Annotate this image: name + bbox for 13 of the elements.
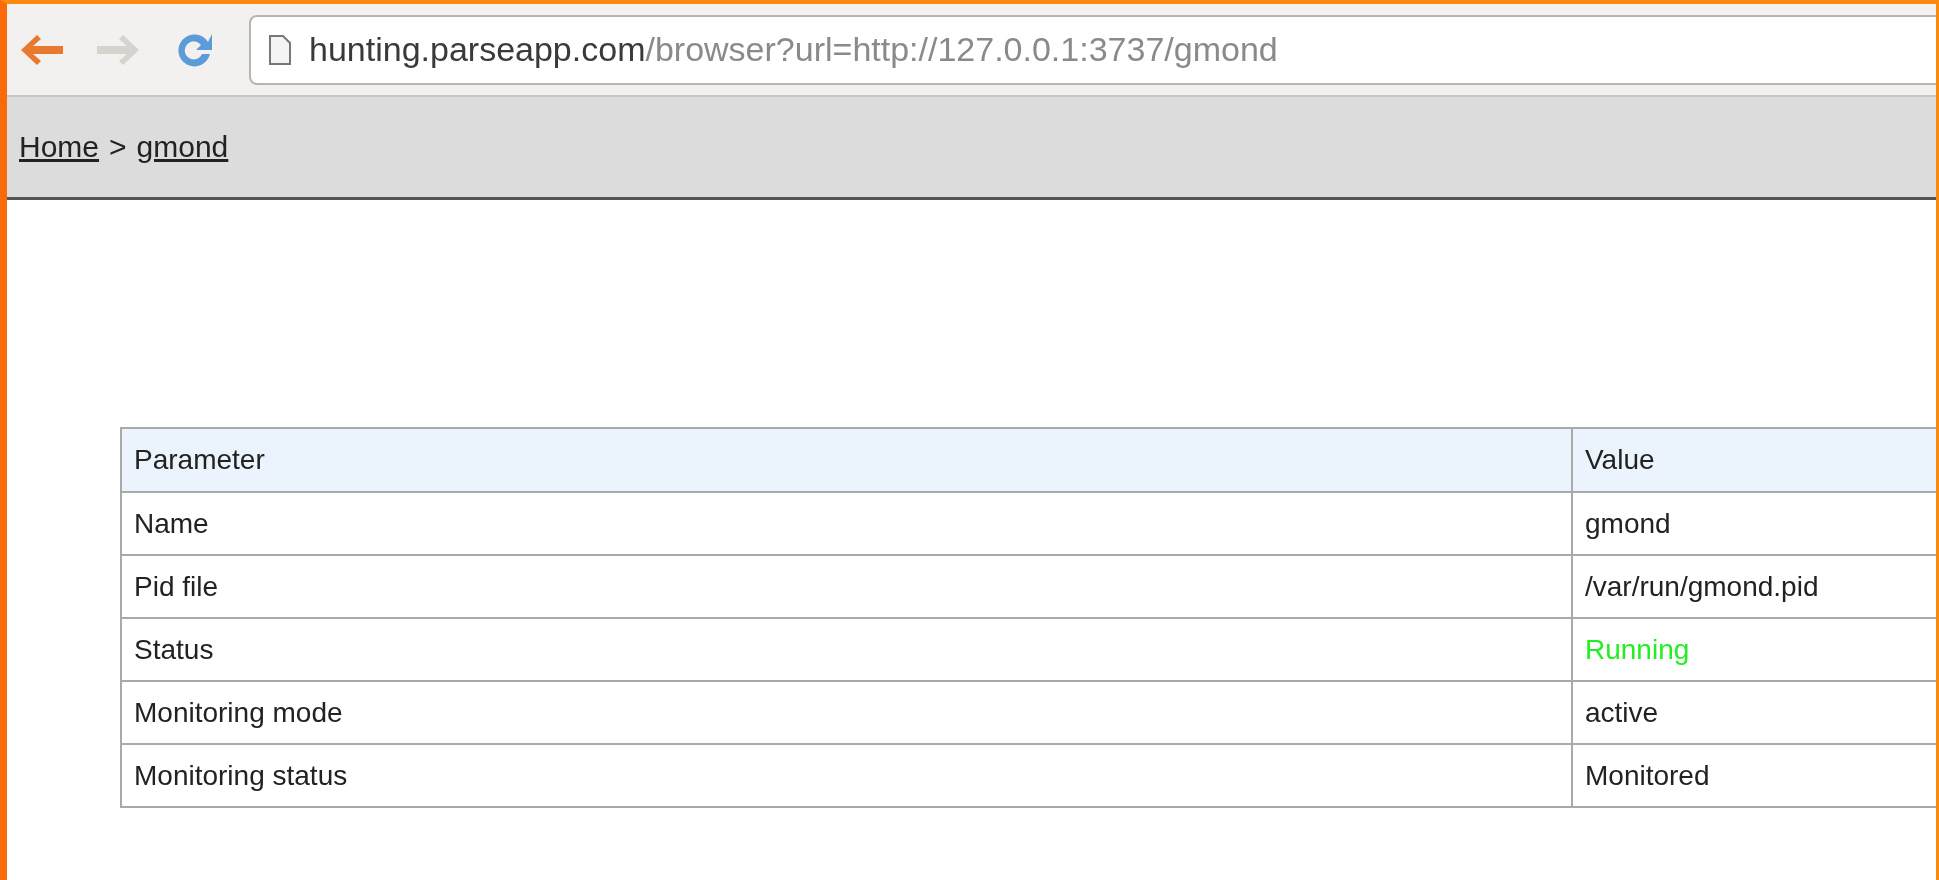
table-cell: Pid file <box>121 555 1572 618</box>
table-cell: Status <box>121 618 1572 681</box>
url-text: hunting.parseapp.com/browser?url=http://127.0.0.1:3737/gmond <box>309 30 1278 69</box>
page-icon <box>269 34 291 65</box>
breadcrumb-separator: > <box>109 130 127 164</box>
table-cell: Name <box>121 492 1572 555</box>
column-header: Parameter <box>121 428 1572 492</box>
table-cell: Monitoring status <box>121 744 1572 807</box>
address-bar[interactable]: hunting.parseapp.com/browser?url=http://127.0.0.1:3737/gmond <box>249 14 1936 85</box>
breadcrumb-link[interactable]: Home <box>19 130 100 164</box>
column-header: Value <box>1572 428 1936 492</box>
breadcrumb-link[interactable]: gmond <box>136 130 229 164</box>
table-cell: Monitoring mode <box>121 681 1572 744</box>
